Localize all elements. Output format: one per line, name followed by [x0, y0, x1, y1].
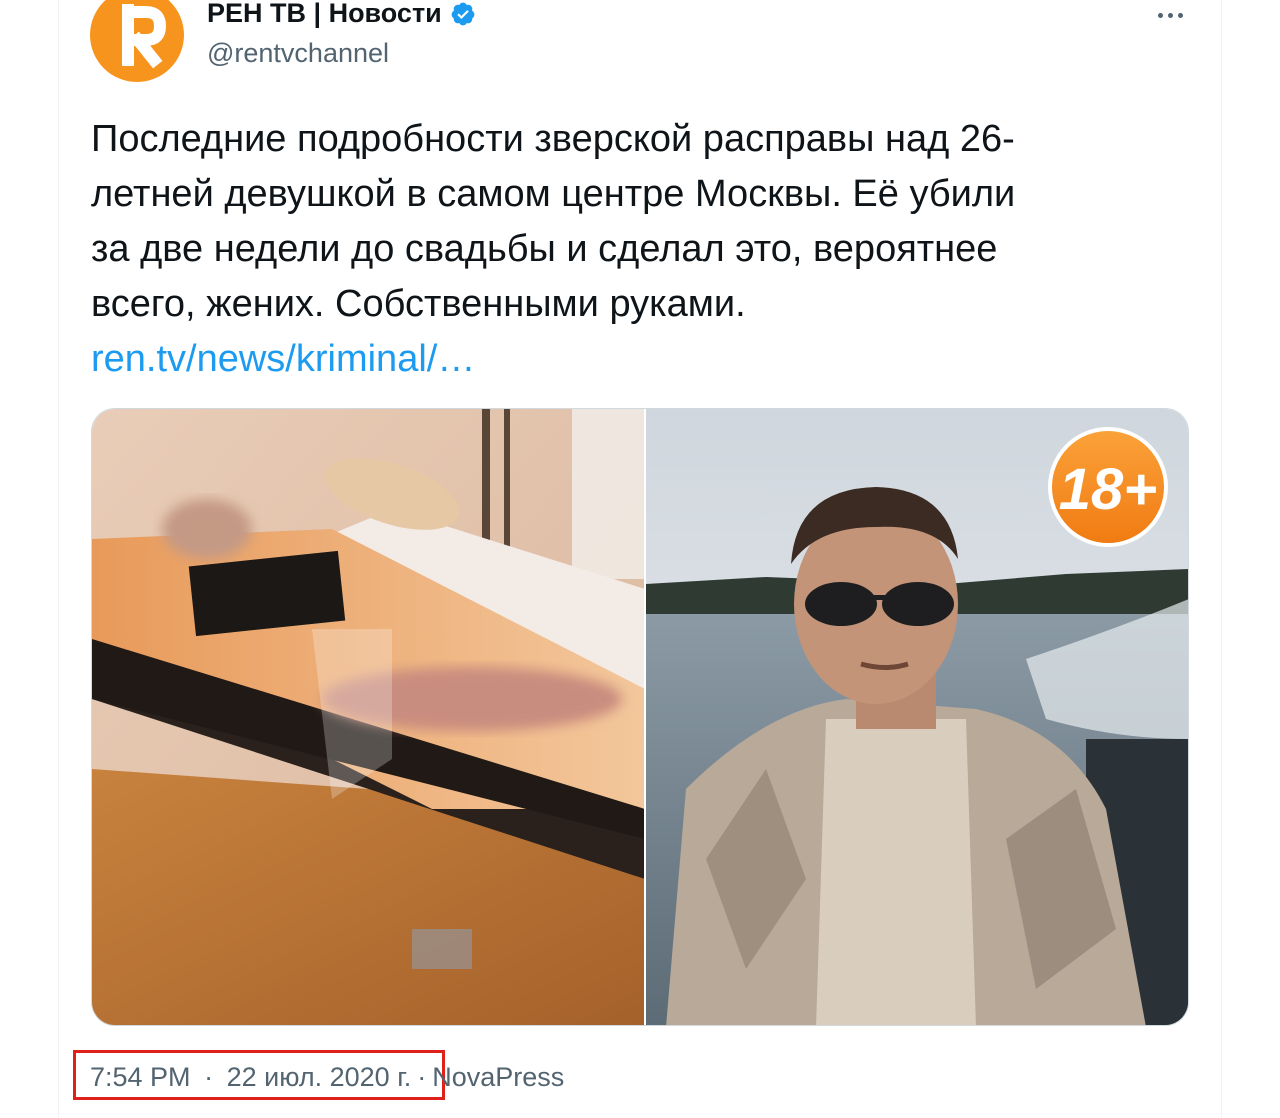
separator: ·	[417, 1062, 427, 1092]
tweet-text-line: всего, жених. Собственными руками.	[91, 283, 746, 325]
avatar[interactable]	[90, 0, 184, 82]
verified-badge-icon	[451, 2, 475, 25]
photo-bedroom-image	[92, 409, 644, 1025]
date-text: 22 июл. 2020 г.	[226, 1062, 412, 1092]
display-name-text: РЕН ТВ | Новости	[207, 0, 442, 28]
tweet-time[interactable]: 7:54 PM · 22 июл. 2020 г.	[90, 1062, 411, 1093]
media-grid: 18+	[91, 408, 1189, 1026]
more-dot	[1167, 12, 1173, 18]
display-name[interactable]: РЕН ТВ | Новости	[207, 0, 476, 29]
tweet-text-line: летней девушкой в самом центре Москвы. Е…	[91, 173, 1016, 215]
ren-tv-logo-icon	[122, 4, 167, 69]
time-text: 7:54 PM	[90, 1062, 191, 1092]
tweet-text: Последние подробности зверской расправы …	[91, 112, 1191, 387]
tweet-metadata: 7:54 PM · 22 июл. 2020 г. · NovaPress	[90, 1062, 564, 1093]
more-dot	[1157, 12, 1163, 18]
more-dot	[1177, 12, 1183, 18]
tweet-text-line: за две недели до свадьбы и сделал это, в…	[91, 228, 998, 270]
photo-man-boat[interactable]: 18+	[645, 409, 1188, 1025]
photo-bedroom[interactable]	[92, 409, 644, 1025]
tweet-link[interactable]: ren.tv/news/kriminal/…	[91, 332, 1191, 387]
source-link[interactable]: NovaPress	[432, 1062, 564, 1093]
tweet-text-line: Последние подробности зверской расправы …	[91, 118, 1015, 160]
handle[interactable]: @rentvchannel	[207, 38, 389, 69]
photo-man-boat-image: 18+	[645, 409, 1188, 1025]
age-rating-badge: 18+	[1059, 457, 1157, 522]
separator: ·	[204, 1062, 214, 1092]
more-options-icon[interactable]	[1148, 0, 1192, 30]
